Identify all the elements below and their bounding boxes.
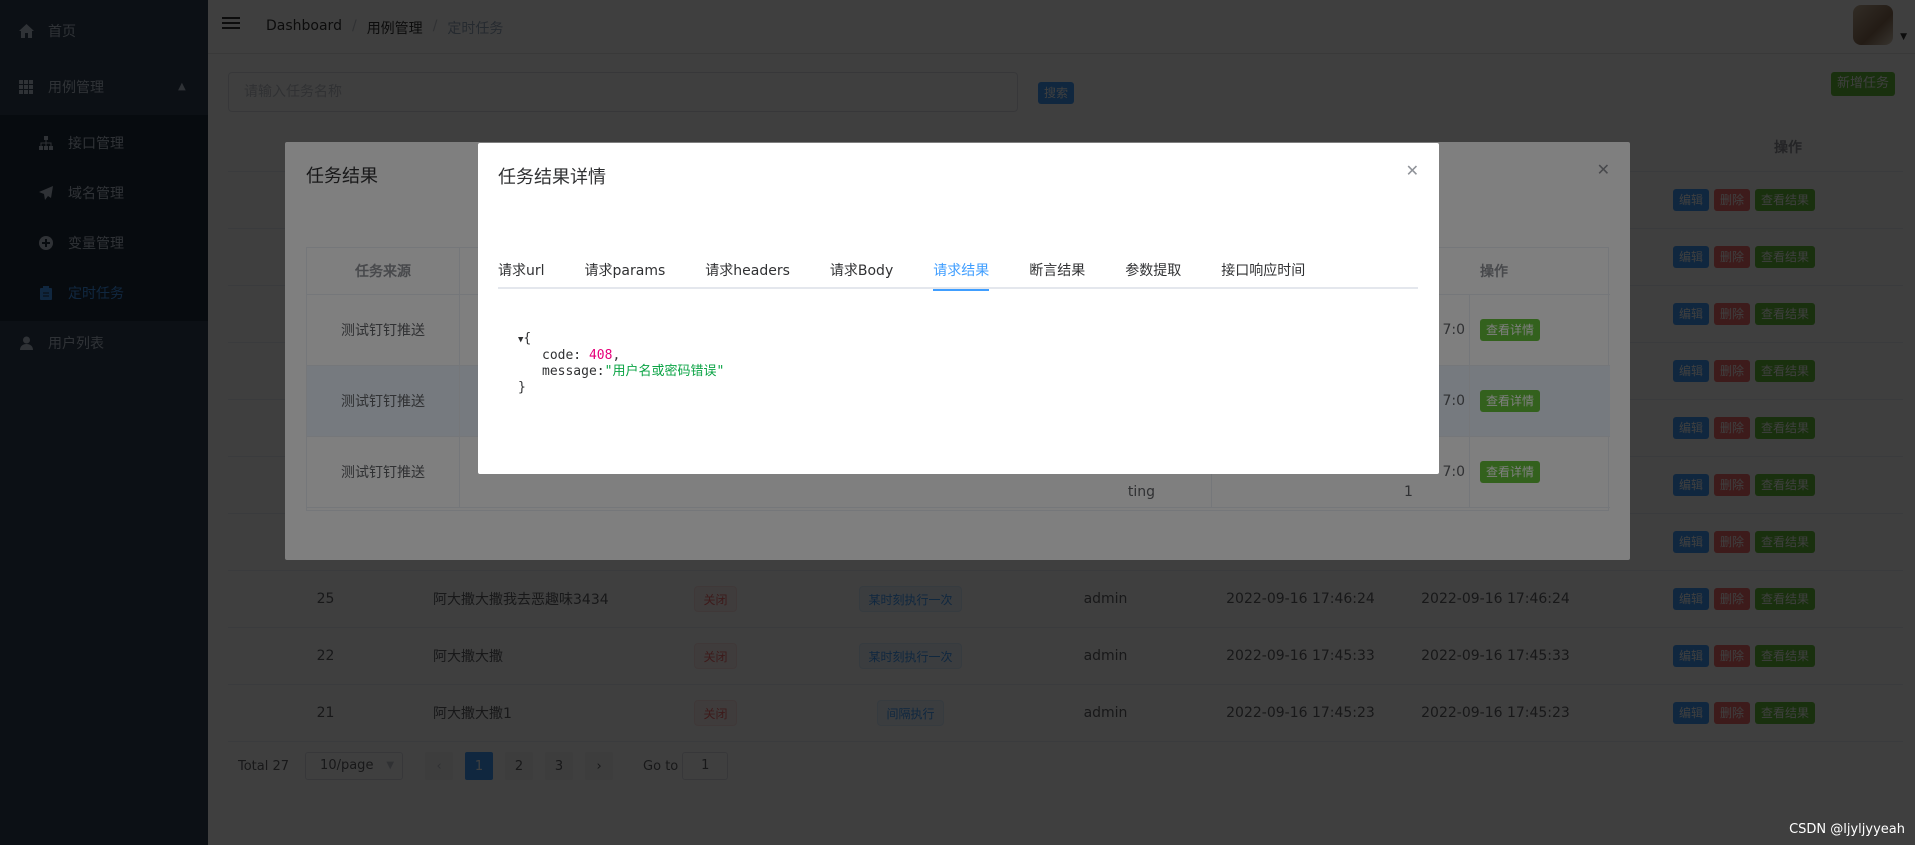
task-result-detail-dialog: 任务结果详情 ✕ 请求url 请求params 请求headers 请求Body…: [478, 143, 1439, 474]
caret-down-icon[interactable]: ▼: [518, 335, 523, 345]
tab-request-body[interactable]: 请求Body: [830, 255, 893, 289]
json-key-message: message:: [542, 364, 605, 379]
close-icon[interactable]: ✕: [1406, 161, 1419, 180]
tab-request-params[interactable]: 请求params: [585, 255, 666, 289]
detail-tabs: 请求url 请求params 请求headers 请求Body 请求结果 断言结…: [498, 255, 1418, 291]
watermark: CSDN @ljyljyyeah: [1789, 822, 1905, 837]
tab-request-headers[interactable]: 请求headers: [705, 255, 790, 289]
json-value-message: "用户名或密码错误": [604, 364, 725, 379]
tab-assertion-result[interactable]: 断言结果: [1029, 255, 1085, 289]
tab-response-time[interactable]: 接口响应时间: [1221, 255, 1305, 289]
json-key-code: code:: [542, 348, 582, 363]
tab-request-result[interactable]: 请求结果: [933, 255, 990, 291]
json-viewer: ▼{ code: 408, message:"用户名或密码错误" }: [518, 331, 725, 395]
json-value-code: 408: [588, 348, 613, 363]
dialog-title: 任务结果详情: [498, 167, 606, 188]
tab-parameter-extraction[interactable]: 参数提取: [1125, 255, 1181, 289]
tab-request-url[interactable]: 请求url: [498, 255, 545, 289]
